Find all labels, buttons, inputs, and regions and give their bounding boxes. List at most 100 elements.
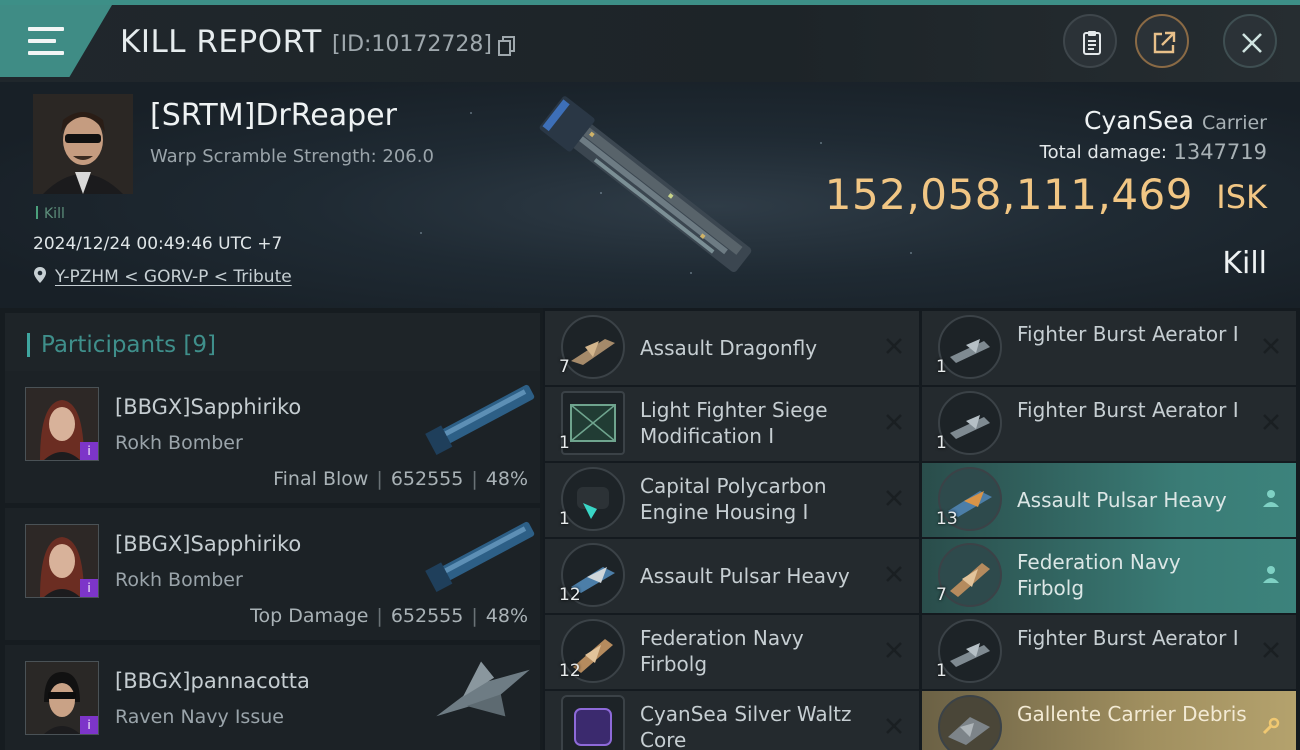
participant-avatar[interactable]: i — [25, 661, 99, 735]
participant-ship: Rokh Bomber — [115, 569, 243, 591]
copy-icon[interactable] — [498, 36, 516, 56]
item-name: Gallente Carrier Debris — [1017, 702, 1247, 726]
kill-timestamp: 2024/12/24 00:49:46 UTC +7 — [33, 234, 283, 254]
raven-ship-image — [436, 661, 530, 717]
item-row[interactable]: 7 Assault Dragonfly — [545, 311, 919, 385]
victim-ship-name: CyanSea — [1084, 106, 1194, 135]
info-badge[interactable]: i — [80, 716, 98, 734]
item-name: Assault Dragonfly — [640, 336, 818, 360]
participant-ship: Raven Navy Issue — [115, 706, 284, 728]
debris-icon — [938, 695, 1002, 750]
item-name: Federation Navy Firbolg — [640, 626, 804, 676]
fighter-icon — [938, 619, 1002, 683]
location-pin-icon — [34, 267, 46, 283]
fighter-icon — [938, 543, 1002, 607]
victim-portrait-image — [33, 94, 133, 194]
item-row[interactable]: 12 Assault Pulsar Heavy — [545, 539, 919, 613]
participant-name[interactable]: [BBGX]pannacotta — [115, 669, 310, 693]
participant-row[interactable]: i [BBGX]Sapphiriko Rokh Bomber Final Blo… — [5, 371, 540, 503]
isk-unit: ISK — [1216, 178, 1267, 216]
close-icon — [1242, 33, 1262, 53]
destroyed-x-icon — [886, 718, 902, 734]
share-button[interactable] — [1135, 14, 1189, 68]
info-badge[interactable]: i — [80, 579, 98, 597]
item-quantity: 1 — [936, 357, 947, 377]
item-name: Light Fighter Siege Modification I — [640, 398, 828, 448]
item-quantity: 12 — [559, 585, 581, 605]
fighter-icon — [561, 315, 625, 379]
destroyed-x-icon — [1263, 414, 1279, 430]
isk-value: 152,058,111,469 — [824, 170, 1193, 219]
item-name: Capital Polycarbon Engine Housing I — [640, 474, 827, 524]
clipboard-button[interactable] — [1063, 14, 1117, 68]
destroyed-x-icon — [886, 642, 902, 658]
info-badge[interactable]: i — [80, 442, 98, 460]
close-button[interactable] — [1223, 14, 1277, 68]
location-link[interactable]: Y-PZHM < GORV-P < Tribute — [55, 267, 292, 287]
salvage-wrench-icon — [1262, 717, 1280, 735]
item-quantity: 1 — [936, 433, 947, 453]
destroyed-x-icon — [886, 566, 902, 582]
item-row[interactable]: 7 Federation Navy Firbolg — [922, 539, 1296, 613]
total-damage-value: 1347719 — [1173, 140, 1267, 164]
item-quantity: 7 — [936, 585, 947, 605]
report-id: [ID:10172728] — [332, 32, 492, 57]
participant-percent: 48% — [485, 605, 528, 627]
clipboard-icon — [1083, 31, 1101, 55]
participants-count: [9] — [183, 332, 217, 358]
participant-damage: 652555 — [390, 468, 464, 490]
participant-ship: Rokh Bomber — [115, 432, 243, 454]
rig-icon — [561, 467, 625, 531]
fighter-icon — [938, 315, 1002, 379]
destroyed-x-icon — [1263, 642, 1279, 658]
top-accent-line — [0, 0, 1300, 5]
top-bar: KILL REPORT [ID:10172728] — [0, 0, 1300, 82]
kill-tag: Kill — [36, 206, 65, 222]
participant-row[interactable]: i [BBGX]pannacotta Raven Navy Issue — [5, 645, 540, 750]
menu-button[interactable] — [0, 5, 112, 77]
participant-percent: 48% — [485, 468, 528, 490]
item-row[interactable]: 1 Fighter Burst Aerator I — [922, 615, 1296, 689]
item-name: Assault Pulsar Heavy — [640, 564, 850, 588]
item-row[interactable]: 12 Federation Navy Firbolg — [545, 615, 919, 689]
rokh-ship-image — [425, 521, 535, 593]
rokh-ship-image — [425, 384, 535, 456]
fighter-icon — [938, 391, 1002, 455]
victim-ship-class: Carrier — [1202, 112, 1267, 134]
victim-banner: [SRTM]DrReaper Warp Scramble Strength: 2… — [0, 82, 1300, 308]
item-quantity: 7 — [559, 357, 570, 377]
participant-name[interactable]: [BBGX]Sapphiriko — [115, 532, 301, 556]
item-row[interactable]: 1 Fighter Burst Aerator I — [922, 387, 1296, 461]
participants-header: Participants [9] — [5, 313, 540, 373]
item-name: Assault Pulsar Heavy — [1017, 488, 1227, 512]
item-quantity: 1 — [559, 433, 570, 453]
participant-avatar[interactable]: i — [25, 387, 99, 461]
participant-avatar[interactable]: i — [25, 524, 99, 598]
victim-avatar[interactable] — [33, 94, 133, 194]
destroyed-x-icon — [886, 414, 902, 430]
item-row[interactable]: CyanSea Silver Waltz Core — [545, 691, 919, 750]
destroyed-x-icon — [1263, 338, 1279, 354]
pilot-icon — [1263, 566, 1279, 583]
participant-stats: Top Damage | 652555 | 48% — [250, 605, 528, 627]
item-name: Federation Navy Firbolg — [1017, 550, 1181, 600]
item-name: Fighter Burst Aerator I — [1017, 626, 1239, 650]
participant-role: Final Blow — [273, 468, 369, 490]
participants-panel: Participants [9] i [BBGX]Sapphiriko Rokh… — [0, 308, 543, 750]
item-row[interactable]: Gallente Carrier Debris — [922, 691, 1296, 750]
result-label: Kill — [1222, 246, 1267, 281]
participant-row[interactable]: i [BBGX]Sapphiriko Rokh Bomber Top Damag… — [5, 508, 540, 640]
item-row[interactable]: 1 Capital Polycarbon Engine Housing I — [545, 463, 919, 537]
item-row[interactable]: 13 Assault Pulsar Heavy — [922, 463, 1296, 537]
item-row[interactable]: 1 Light Fighter Siege Modification I — [545, 387, 919, 461]
destroyed-x-icon — [886, 338, 902, 354]
item-quantity: 13 — [936, 509, 958, 529]
participant-name[interactable]: [BBGX]Sapphiriko — [115, 395, 301, 419]
item-name: CyanSea Silver Waltz Core — [640, 702, 852, 750]
item-row[interactable]: 1 Fighter Burst Aerator I — [922, 311, 1296, 385]
victim-name[interactable]: [SRTM]DrReaper — [150, 98, 397, 133]
item-quantity: 1 — [559, 509, 570, 529]
carrier-ship-image — [539, 96, 752, 273]
participants-label: Participants — [41, 332, 177, 358]
item-quantity: 1 — [936, 661, 947, 681]
